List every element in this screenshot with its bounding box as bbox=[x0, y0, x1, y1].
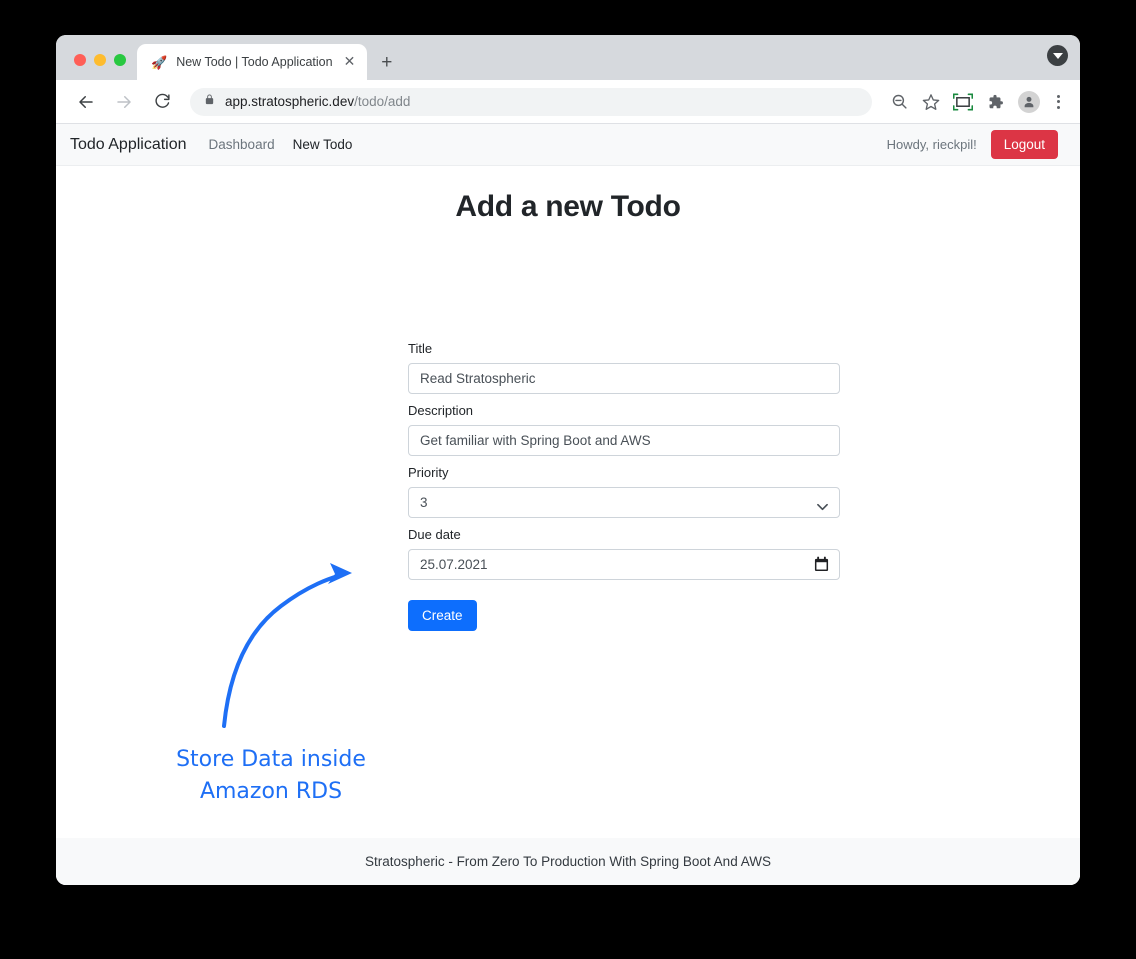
zoom-out-icon[interactable] bbox=[886, 89, 912, 115]
url-path: /todo/add bbox=[354, 94, 411, 109]
create-button[interactable]: Create bbox=[408, 600, 477, 631]
back-icon[interactable] bbox=[72, 88, 100, 116]
description-label: Description bbox=[408, 403, 474, 418]
app-navbar: Todo Application Dashboard New Todo Howd… bbox=[56, 124, 1080, 166]
new-tab-button[interactable]: + bbox=[381, 53, 392, 72]
browser-tab[interactable]: 🚀 New Todo | Todo Application ✕ bbox=[137, 44, 368, 80]
maximize-window-button[interactable] bbox=[114, 54, 126, 66]
todo-form: Title Description Priority bbox=[408, 341, 840, 631]
address-bar-url: app.stratospheric.dev/todo/add bbox=[225, 94, 410, 109]
title-field-group: Title bbox=[408, 341, 840, 394]
chevron-down-icon bbox=[1052, 53, 1063, 59]
annotation-line-1: Store Data inside bbox=[176, 747, 366, 772]
close-window-button[interactable] bbox=[74, 54, 86, 66]
footer-text: Stratospheric - From Zero To Production … bbox=[365, 854, 771, 869]
description-input[interactable] bbox=[408, 425, 840, 456]
address-bar[interactable]: app.stratospheric.dev/todo/add bbox=[190, 87, 872, 116]
browser-tab-strip: 🚀 New Todo | Todo Application ✕ + bbox=[56, 35, 1080, 80]
rocket-icon: 🚀 bbox=[151, 54, 168, 70]
annotation-text: Store Data inside Amazon RDS bbox=[141, 744, 401, 808]
due-date-field-group: Due date bbox=[408, 527, 840, 580]
description-field-group: Description bbox=[408, 403, 840, 456]
browser-window: 🚀 New Todo | Todo Application ✕ + app.st… bbox=[56, 35, 1080, 885]
page-title: Add a new Todo bbox=[455, 190, 681, 223]
greeting-text: Howdy, rieckpil! bbox=[886, 137, 977, 152]
navbar-right: Howdy, rieckpil! Logout bbox=[887, 130, 1058, 159]
minimize-window-button[interactable] bbox=[94, 54, 106, 66]
profile-avatar-icon[interactable] bbox=[1018, 90, 1040, 113]
logout-button[interactable]: Logout bbox=[990, 130, 1058, 159]
due-date-input[interactable] bbox=[408, 549, 840, 580]
bookmark-star-icon[interactable] bbox=[918, 89, 944, 115]
extensions-puzzle-icon[interactable] bbox=[982, 89, 1008, 115]
tab-search-icon[interactable] bbox=[1047, 45, 1068, 66]
forward-icon[interactable] bbox=[110, 88, 138, 116]
priority-field-group: Priority bbox=[408, 465, 840, 518]
nav-link-new-todo[interactable]: New Todo bbox=[293, 137, 353, 152]
lock-icon bbox=[204, 93, 215, 111]
annotation-line-2: Amazon RDS bbox=[199, 779, 343, 804]
title-label: Title bbox=[408, 341, 433, 356]
web-page: Todo Application Dashboard New Todo Howd… bbox=[56, 124, 1080, 885]
priority-label: Priority bbox=[408, 465, 449, 480]
url-domain: app.stratospheric.dev bbox=[225, 94, 355, 109]
app-brand[interactable]: Todo Application bbox=[70, 136, 187, 154]
nav-link-dashboard[interactable]: Dashboard bbox=[209, 137, 275, 152]
title-input[interactable] bbox=[408, 363, 840, 394]
app-footer: Stratospheric - From Zero To Production … bbox=[56, 838, 1080, 885]
chrome-menu-icon[interactable] bbox=[1050, 94, 1066, 109]
close-icon[interactable]: ✕ bbox=[342, 54, 358, 70]
due-date-label: Due date bbox=[408, 527, 461, 542]
browser-tab-title: New Todo | Todo Application bbox=[176, 55, 333, 69]
screen-capture-icon[interactable] bbox=[950, 89, 976, 115]
reload-icon[interactable] bbox=[148, 88, 176, 116]
window-traffic-lights bbox=[56, 54, 126, 80]
browser-toolbar: app.stratospheric.dev/todo/add bbox=[56, 80, 1080, 124]
content-area: Add a new Todo Title Description Priorit… bbox=[56, 166, 1080, 838]
app-nav-links: Dashboard New Todo bbox=[209, 137, 353, 152]
priority-select[interactable] bbox=[408, 487, 840, 518]
